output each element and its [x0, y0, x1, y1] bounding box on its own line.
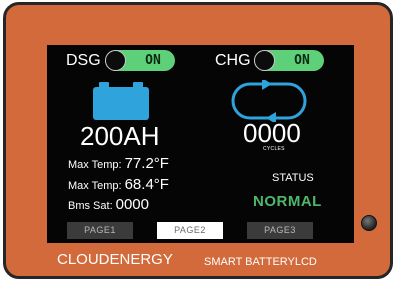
toggle-knob: [105, 50, 126, 71]
dsg-toggle[interactable]: ON: [105, 50, 175, 71]
dsg-label: DSG: [66, 52, 101, 69]
stat-value: 68.4°F: [124, 176, 169, 193]
chg-label: CHG: [215, 52, 251, 69]
status-label: STATUS: [272, 172, 314, 184]
status-value: NORMAL: [253, 193, 322, 210]
chg-toggle[interactable]: ON: [254, 50, 324, 71]
stat-row: Max Temp: 77.2°F: [68, 155, 169, 173]
toggle-knob: [254, 50, 275, 71]
stat-value: 0000: [115, 196, 149, 213]
chg-state: ON: [294, 53, 310, 68]
capacity-value: 200AH: [80, 121, 160, 151]
stat-label: Max Temp:: [68, 159, 122, 171]
cycle-arrows-icon: [231, 80, 307, 122]
stat-label: Max Temp:: [68, 180, 122, 192]
stat-row: Max Temp: 68.4°F: [68, 176, 169, 194]
tab-page3[interactable]: PAGE3: [247, 222, 313, 239]
tab-page1[interactable]: PAGE1: [67, 222, 133, 239]
brand-name: CLOUDENERGY: [57, 251, 173, 268]
stat-label: Bms Sat:: [68, 200, 113, 212]
stat-value: 77.2°F: [124, 155, 169, 172]
cycles-value: 0000: [243, 118, 301, 148]
battery-icon: [93, 82, 149, 120]
cycles-label: CYCLES: [263, 146, 285, 152]
dsg-state: ON: [145, 53, 161, 68]
brand-tagline: SMART BATTERYLCD: [204, 256, 317, 268]
tab-page2[interactable]: PAGE2: [157, 222, 223, 239]
stat-row: Bms Sat: 0000: [68, 196, 149, 214]
power-knob[interactable]: [361, 215, 377, 231]
